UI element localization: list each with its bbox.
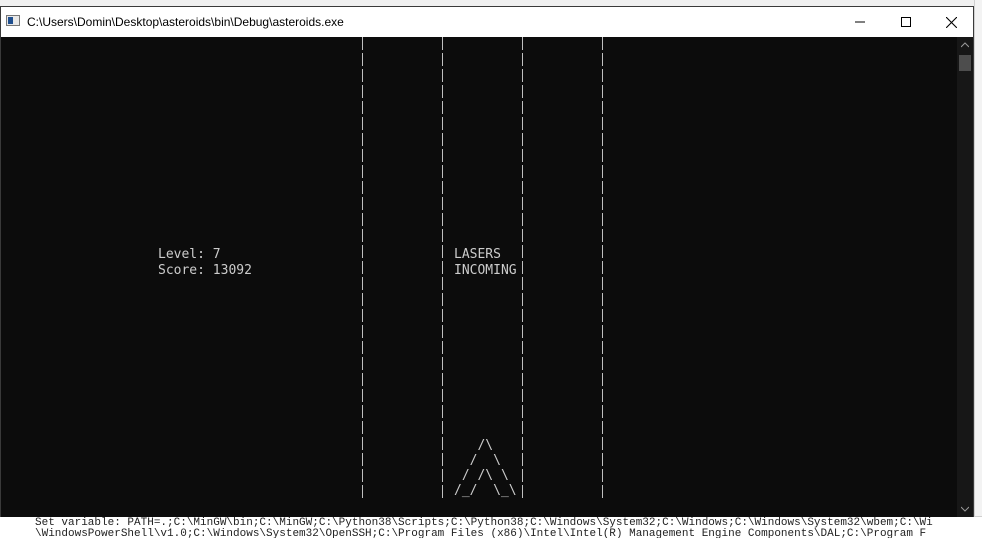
warning-message-line: LASERS xyxy=(454,247,501,262)
console-window: C:\Users\Domin\Desktop\asteroids\bin\Deb… xyxy=(0,6,974,517)
minimize-icon xyxy=(855,21,865,23)
player-ship: /\ / \ / /\ \ /_/ \_\ xyxy=(454,438,517,498)
lane-divider xyxy=(442,37,443,501)
title-bar[interactable]: C:\Users\Domin\Desktop\asteroids\bin\Deb… xyxy=(1,7,973,37)
scroll-down-button[interactable] xyxy=(957,501,973,517)
close-button[interactable] xyxy=(928,7,974,37)
lane-divider xyxy=(602,37,603,501)
chevron-down-icon xyxy=(961,506,969,512)
maximize-icon xyxy=(901,17,911,27)
close-icon xyxy=(945,16,957,28)
console-output-area[interactable]: Level: 7 Score: 13092 LASERS INCOMING /\… xyxy=(1,37,957,517)
window-title: C:\Users\Domin\Desktop\asteroids\bin\Deb… xyxy=(27,15,344,29)
background-command-window: Set variable: PATH=.;C:\MinGW\bin;C:\Min… xyxy=(0,516,982,538)
maximize-button[interactable] xyxy=(883,7,929,37)
scroll-up-button[interactable] xyxy=(957,37,973,53)
lane-divider xyxy=(522,37,523,501)
score-readout: Score: 13092 xyxy=(158,263,252,278)
console-app-icon[interactable] xyxy=(6,15,20,26)
chevron-up-icon xyxy=(961,42,969,48)
background-window-edge xyxy=(974,0,982,537)
level-readout: Level: 7 xyxy=(158,247,221,262)
lane-divider xyxy=(362,37,363,501)
warning-message-line: INCOMING xyxy=(454,263,517,278)
minimize-button[interactable] xyxy=(837,7,883,37)
vertical-scrollbar[interactable] xyxy=(957,37,973,517)
scrollbar-thumb[interactable] xyxy=(959,55,971,71)
